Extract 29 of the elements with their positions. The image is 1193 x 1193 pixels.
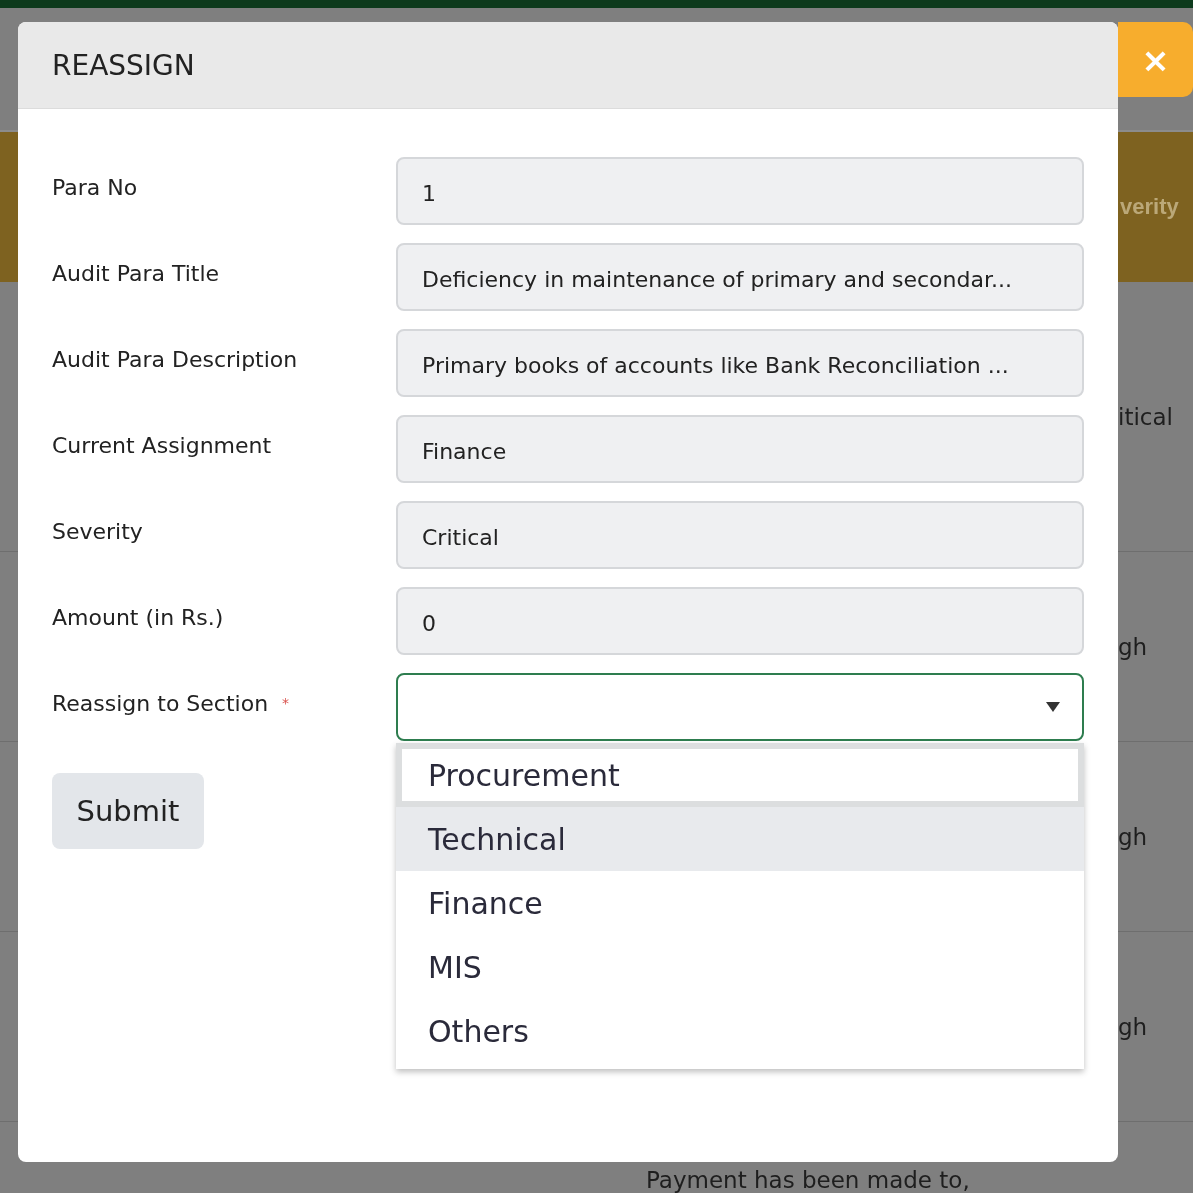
- input-field[interactable]: Finance: [396, 415, 1084, 483]
- table-cell: Payment has been made to,: [646, 1167, 970, 1193]
- column-header: verity: [1120, 194, 1179, 220]
- dropdown-option[interactable]: Procurement: [396, 743, 1084, 807]
- table-cell: gh: [1118, 1013, 1148, 1040]
- dropdown-option[interactable]: Finance: [396, 871, 1084, 935]
- table-cell: gh: [1118, 633, 1148, 660]
- field-label: Reassign to Section: [52, 690, 269, 716]
- required-mark: *: [282, 695, 290, 711]
- field-label: Audit Para Title: [52, 260, 220, 286]
- input-field[interactable]: 0: [396, 587, 1084, 655]
- table-cell: itical: [1118, 403, 1173, 430]
- input-field[interactable]: 1: [396, 157, 1084, 225]
- dropdown-option[interactable]: Technical: [396, 807, 1084, 871]
- section-dropdown[interactable]: [396, 673, 1084, 741]
- table-cell: gh: [1118, 823, 1148, 850]
- field-label: Severity: [52, 518, 143, 544]
- field-label: Para No: [52, 174, 138, 200]
- dialog-title: REASSIGN: [52, 48, 195, 82]
- caret-icon: [1046, 702, 1060, 712]
- dropdown-option[interactable]: Others: [396, 999, 1084, 1063]
- field-label: Current Assignment: [52, 432, 272, 458]
- dropdown-option[interactable]: MIS: [396, 935, 1084, 999]
- field-label: Amount (in Rs.): [52, 604, 224, 630]
- input-field[interactable]: Critical: [396, 501, 1084, 569]
- submit-button[interactable]: Submit: [52, 773, 204, 849]
- input-field[interactable]: Primary books of accounts like Bank Reconciliation ...: [396, 329, 1084, 397]
- input-field[interactable]: Deficiency in maintenance of primary and secondar...: [396, 243, 1084, 311]
- field-label: Audit Para Description: [52, 346, 298, 372]
